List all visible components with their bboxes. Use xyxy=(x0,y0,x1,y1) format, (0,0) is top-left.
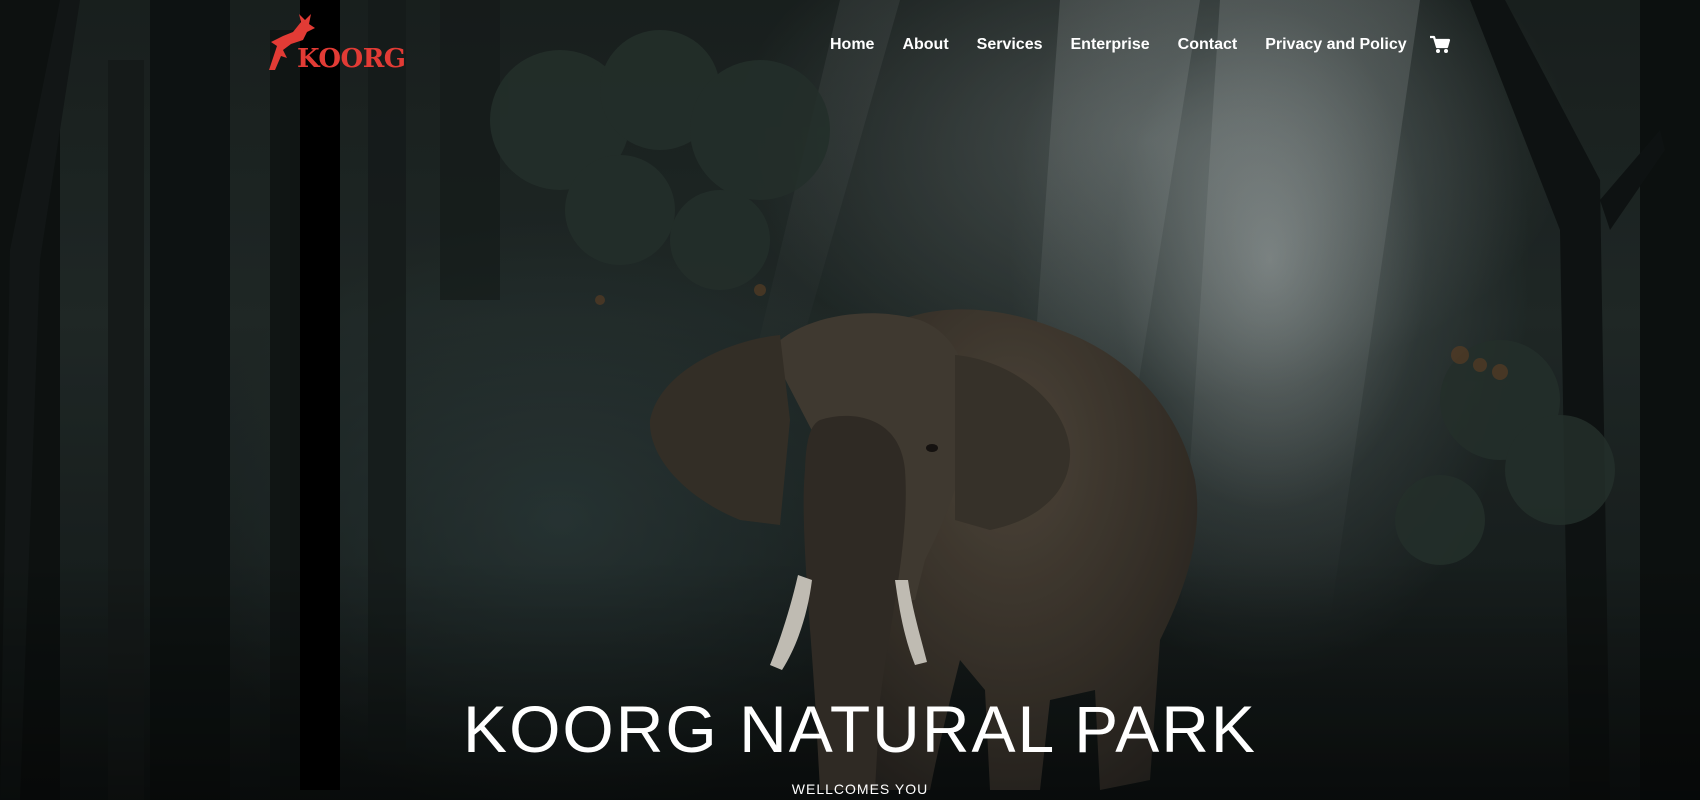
site-logo[interactable]: KOORG xyxy=(263,12,406,82)
top-navigation-bar: KOORG Home About Services Enterprise Con… xyxy=(0,0,1700,90)
nav-services[interactable]: Services xyxy=(977,36,1043,54)
hero-section: KOORG Home About Services Enterprise Con… xyxy=(0,0,1700,800)
hero-subtitle: WELLCOMES YOU xyxy=(791,781,929,797)
nav-about[interactable]: About xyxy=(902,36,948,54)
shopping-cart-icon[interactable] xyxy=(1429,35,1451,55)
hero-background-image xyxy=(0,0,1700,800)
nav-enterprise[interactable]: Enterprise xyxy=(1071,36,1150,54)
nav-privacy-policy[interactable]: Privacy and Policy xyxy=(1265,36,1406,54)
main-nav: Home About Services Enterprise Contact P… xyxy=(830,33,1451,57)
nav-home[interactable]: Home xyxy=(830,36,874,54)
hero-title: KOORG NATURAL PARK xyxy=(463,692,1257,766)
nav-contact[interactable]: Contact xyxy=(1178,36,1238,54)
logo-text: KOORG xyxy=(297,44,406,74)
